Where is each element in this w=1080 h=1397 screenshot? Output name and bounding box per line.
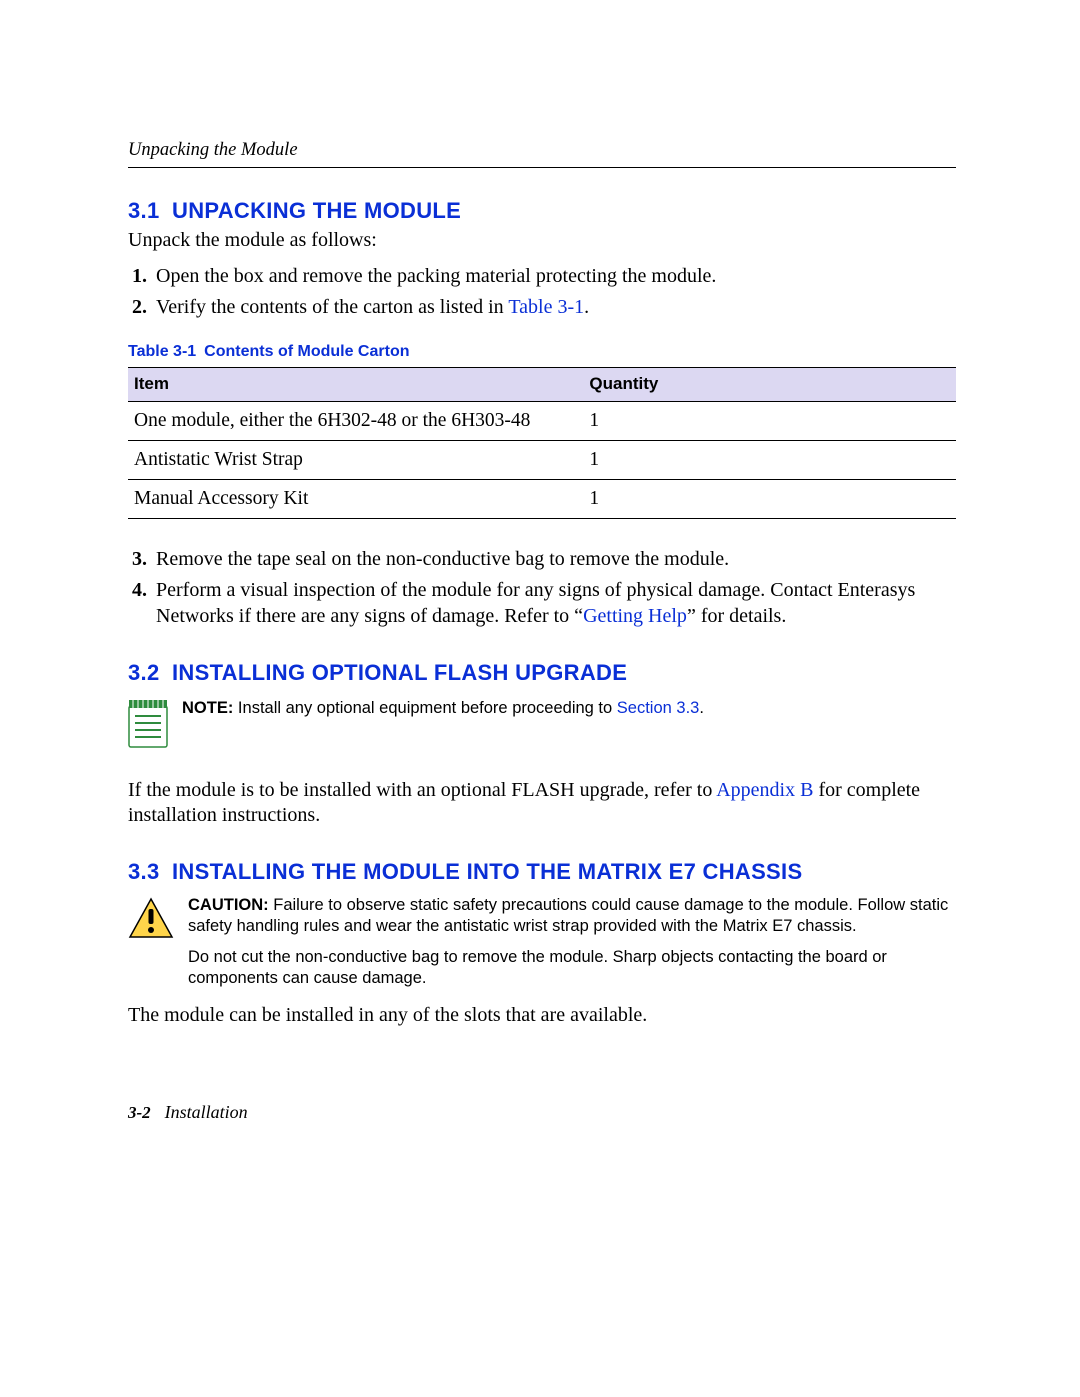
section-number: 3.1 <box>128 198 172 224</box>
cell-item: Antistatic Wrist Strap <box>128 440 583 479</box>
steps-list-b: 3. Remove the tape seal on the non-condu… <box>128 547 956 630</box>
step-text-prefix: Verify the contents of the carton as lis… <box>156 296 508 318</box>
header-quantity: Quantity <box>583 367 956 401</box>
cell-item: Manual Accessory Kit <box>128 479 583 518</box>
section-heading-3-3: 3.3INSTALLING THE MODULE INTO THE MATRIX… <box>128 859 956 885</box>
table-row: One module, either the 6H302-48 or the 6… <box>128 401 956 440</box>
step-number: 2. <box>132 295 147 321</box>
caution-block: CAUTION: Failure to observe static safet… <box>128 895 956 989</box>
header-item: Item <box>128 367 583 401</box>
table-label: Table 3-1 <box>128 343 196 360</box>
table-reference-link[interactable]: Table 3-1 <box>508 296 584 318</box>
table-title: Contents of Module Carton <box>204 343 409 360</box>
warning-triangle-icon <box>128 897 174 939</box>
running-header: Unpacking the Module <box>128 140 956 161</box>
step-number: 1. <box>132 264 147 290</box>
step-text-suffix: . <box>584 296 589 318</box>
getting-help-link[interactable]: Getting Help <box>583 605 687 627</box>
page-footer: 3-2 Installation <box>128 1101 956 1124</box>
section-number: 3.2 <box>128 660 172 686</box>
caution-para-1: CAUTION: Failure to observe static safet… <box>188 895 956 937</box>
section-number: 3.3 <box>128 859 172 885</box>
page: Unpacking the Module 3.1UNPACKING THE MO… <box>0 0 1080 1397</box>
cell-qty: 1 <box>583 401 956 440</box>
caution-para-2: Do not cut the non-conductive bag to rem… <box>188 947 956 989</box>
section-title: INSTALLING OPTIONAL FLASH UPGRADE <box>172 660 627 685</box>
table-row: Antistatic Wrist Strap 1 <box>128 440 956 479</box>
section-title: UNPACKING THE MODULE <box>172 198 461 223</box>
section-reference-link[interactable]: Section 3.3 <box>617 699 700 717</box>
step-4: 4. Perform a visual inspection of the mo… <box>156 578 956 629</box>
step-number: 3. <box>132 547 147 573</box>
header-rule <box>128 167 956 168</box>
chapter-name: Installation <box>165 1102 248 1122</box>
note-block: NOTE: Install any optional equipment bef… <box>128 698 956 748</box>
appendix-link[interactable]: Appendix B <box>716 779 813 801</box>
para-prefix: If the module is to be installed with an… <box>128 779 716 801</box>
note-lead: NOTE: <box>182 699 233 717</box>
note-prefix: Install any optional equipment before pr… <box>233 699 616 717</box>
table-row: Manual Accessory Kit 1 <box>128 479 956 518</box>
step-1: 1. Open the box and remove the packing m… <box>156 264 956 290</box>
note-icon <box>128 700 168 748</box>
step-text-suffix: ” for details. <box>687 605 786 627</box>
section-3-3-paragraph: The module can be installed in any of th… <box>128 1003 956 1029</box>
section-heading-3-1: 3.1UNPACKING THE MODULE <box>128 198 956 224</box>
section-3-2-paragraph: If the module is to be installed with an… <box>128 778 956 829</box>
cell-item: One module, either the 6H302-48 or the 6… <box>128 401 583 440</box>
cell-qty: 1 <box>583 479 956 518</box>
table-caption: Table 3-1 Contents of Module Carton <box>128 343 956 361</box>
caution-text: CAUTION: Failure to observe static safet… <box>188 895 956 989</box>
note-text: NOTE: Install any optional equipment bef… <box>182 698 704 719</box>
page-number: 3-2 <box>128 1103 151 1122</box>
step-text: Open the box and remove the packing mate… <box>156 265 716 287</box>
step-number: 4. <box>132 578 147 604</box>
caution-lead: CAUTION: <box>188 896 269 914</box>
cell-qty: 1 <box>583 440 956 479</box>
step-text-prefix: Perform a visual inspection of the modul… <box>156 579 915 627</box>
step-3: 3. Remove the tape seal on the non-condu… <box>156 547 956 573</box>
step-text: Remove the tape seal on the non-conducti… <box>156 548 729 570</box>
caution-body-1: Failure to observe static safety precaut… <box>188 896 948 935</box>
section-heading-3-2: 3.2INSTALLING OPTIONAL FLASH UPGRADE <box>128 660 956 686</box>
table-header-row: Item Quantity <box>128 367 956 401</box>
section-intro: Unpack the module as follows: <box>128 228 956 254</box>
steps-list-a: 1. Open the box and remove the packing m… <box>128 264 956 321</box>
contents-table: Item Quantity One module, either the 6H3… <box>128 367 956 519</box>
section-title: INSTALLING THE MODULE INTO THE MATRIX E7… <box>172 859 802 884</box>
note-suffix: . <box>699 699 704 717</box>
step-2: 2. Verify the contents of the carton as … <box>156 295 956 321</box>
